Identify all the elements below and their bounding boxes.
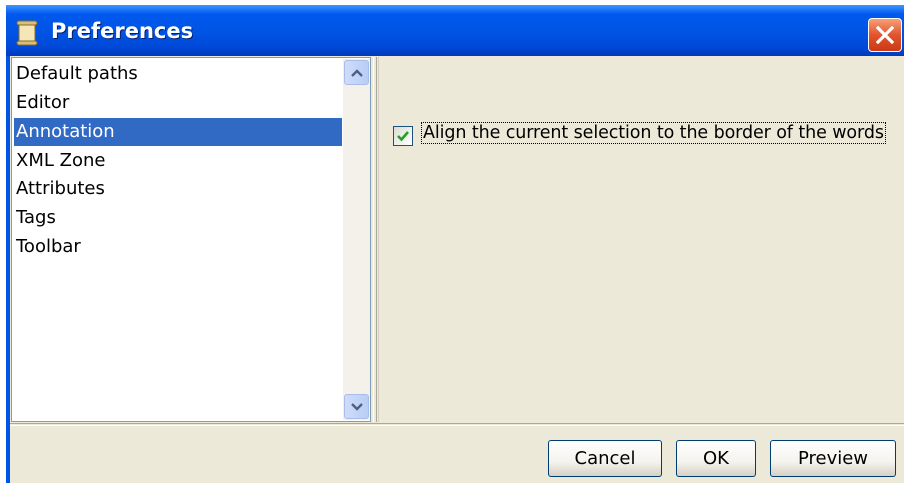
scroll-icon xyxy=(15,20,39,46)
button-separator xyxy=(10,423,904,426)
align-selection-label[interactable]: Align the current selection to the borde… xyxy=(421,122,886,144)
list-item-attributes[interactable]: Attributes xyxy=(14,175,342,203)
category-list[interactable]: Default paths Editor Annotation XML Zone… xyxy=(11,57,371,422)
ok-button[interactable]: OK xyxy=(676,440,756,477)
window-title: Preferences xyxy=(51,19,194,43)
list-item-annotation[interactable]: Annotation xyxy=(14,118,342,146)
dialog-frame: Default paths Editor Annotation XML Zone… xyxy=(6,56,904,483)
preferences-dialog: Preferences Default paths Editor Annotat… xyxy=(6,5,904,483)
chevron-down-icon xyxy=(351,403,363,411)
close-icon xyxy=(876,26,894,44)
list-item-tags[interactable]: Tags xyxy=(14,204,342,232)
scroll-up-button[interactable] xyxy=(344,60,369,85)
list-item-default-paths[interactable]: Default paths xyxy=(14,60,342,88)
close-button[interactable] xyxy=(868,18,902,52)
cancel-button[interactable]: Cancel xyxy=(548,440,662,477)
list-item-xml-zone[interactable]: XML Zone xyxy=(14,147,342,175)
scroll-down-button[interactable] xyxy=(344,394,369,419)
title-bar[interactable]: Preferences xyxy=(6,5,904,56)
vertical-scrollbar[interactable] xyxy=(343,59,370,420)
dialog-body: Default paths Editor Annotation XML Zone… xyxy=(10,56,904,483)
preview-button[interactable]: Preview xyxy=(770,440,896,477)
split-pane-divider[interactable] xyxy=(373,57,377,422)
annotation-settings-panel: Align the current selection to the borde… xyxy=(378,57,902,422)
align-selection-checkbox[interactable] xyxy=(393,126,413,146)
chevron-up-icon xyxy=(351,69,363,77)
checkmark-icon xyxy=(397,131,409,142)
list-item-editor[interactable]: Editor xyxy=(14,89,342,117)
list-item-toolbar[interactable]: Toolbar xyxy=(14,233,342,261)
